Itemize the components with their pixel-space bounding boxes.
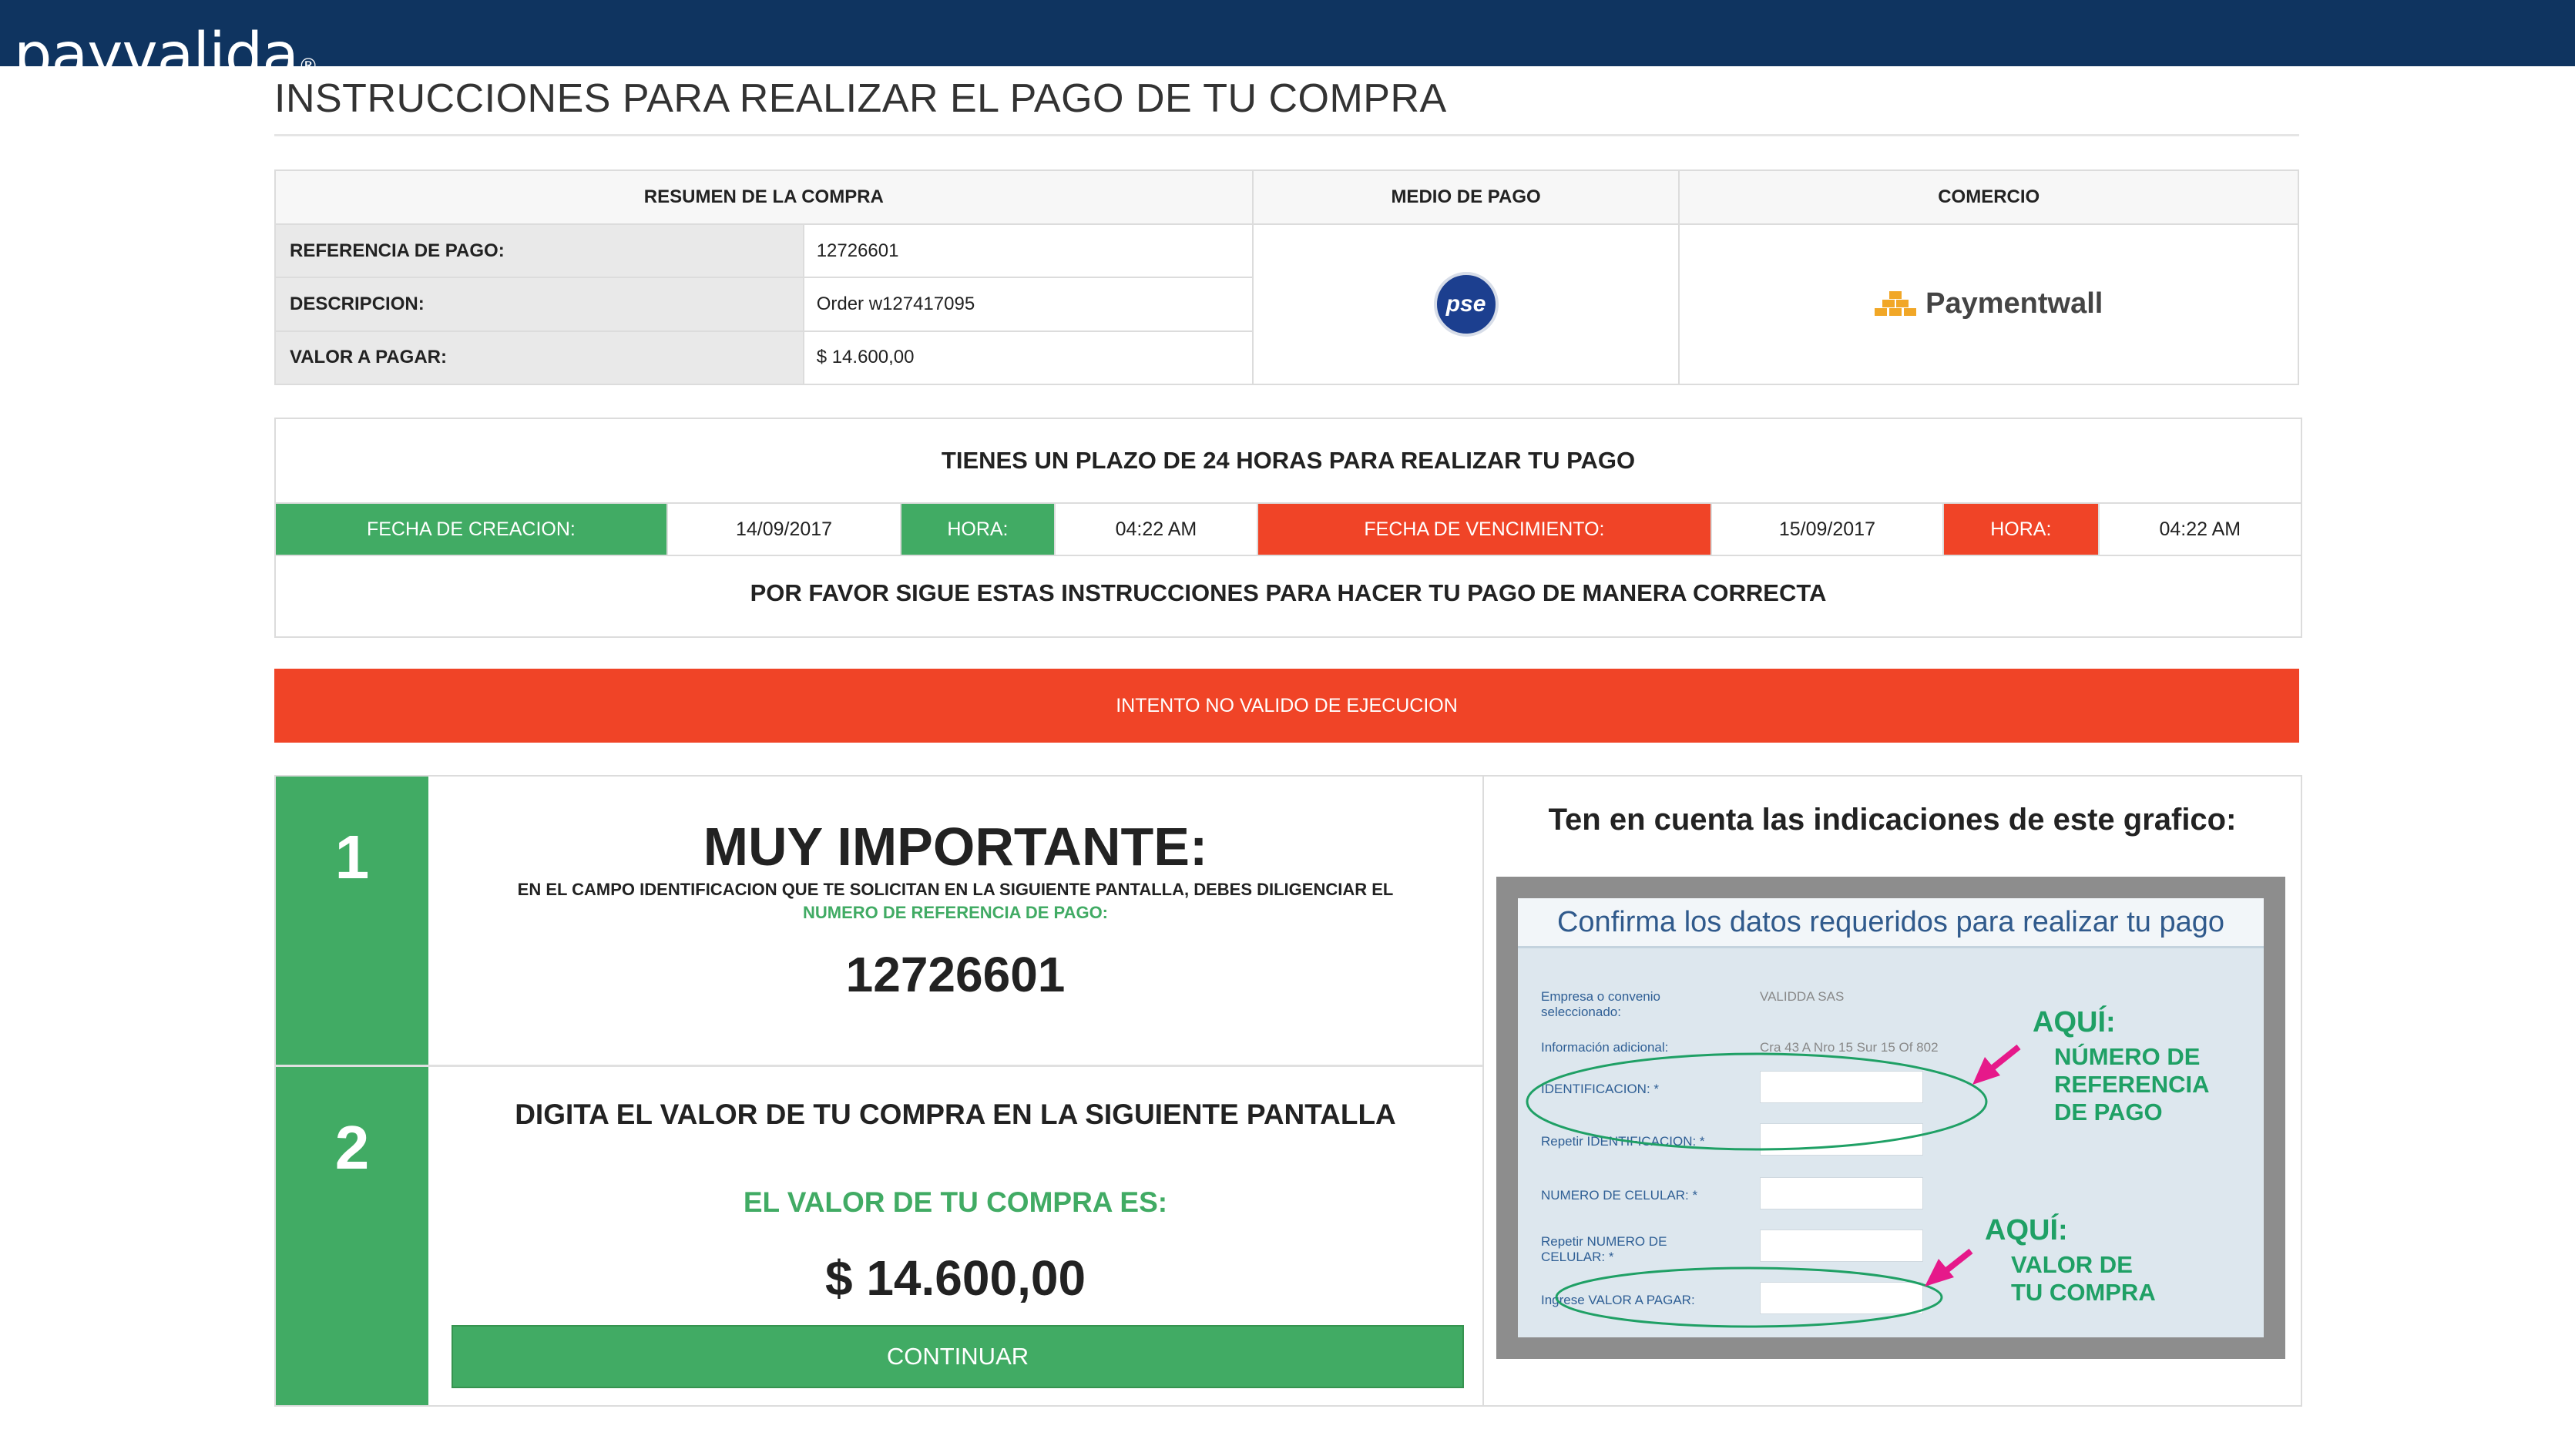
error-banner: INTENTO NO VALIDO DE EJECUCION xyxy=(274,669,2299,743)
step-2-number: 2 xyxy=(276,1067,428,1405)
step-2-amount: $ 14.600,00 xyxy=(824,1250,1086,1306)
guide-image: Confirma los datos requeridos para reali… xyxy=(1496,877,2285,1359)
step-1-text: EN EL CAMPO IDENTIFICACION QUE TE SOLICI… xyxy=(517,880,1394,899)
step-1-highlight: NUMERO DE REFERENCIA DE PAGO: xyxy=(802,903,1109,922)
amount-value: $ 14.600,00 xyxy=(802,330,1254,386)
expiry-date-value: 15/09/2017 xyxy=(1712,504,1945,555)
id-highlight-ellipse xyxy=(1526,1052,1988,1151)
purchase-summary-table: RESUMEN DE LA COMPRA MEDIO DE PAGO COMER… xyxy=(274,169,2299,386)
step-1-number: 1 xyxy=(276,777,428,1065)
reference-value: 12726601 xyxy=(802,223,1254,279)
pse-logo-icon: pse xyxy=(1433,272,1499,337)
expiry-date-label: FECHA DE VENCIMIENTO: xyxy=(1258,504,1712,555)
creation-date-label: FECHA DE CREACION: xyxy=(276,504,668,555)
deadline-dates-row: FECHA DE CREACION: 14/09/2017 HORA: 04:2… xyxy=(276,502,2301,556)
step-1-reference-number: 12726601 xyxy=(845,947,1066,1002)
step-1-heading: MUY IMPORTANTE: xyxy=(703,817,1208,877)
merchant-header: COMERCIO xyxy=(1678,169,2299,225)
logo-registered-mark: ® xyxy=(298,55,318,66)
deadline-heading: TIENES UN PLAZO DE 24 HORAS PARA REALIZA… xyxy=(941,447,1636,474)
top-bar: payvalida® xyxy=(0,0,2575,66)
guide-title: Ten en cuenta las indicaciones de este g… xyxy=(1548,803,2237,837)
note-2: VALOR DE TU COMPRA xyxy=(2011,1251,2156,1306)
step-2-content: DIGITA EL VALOR DE TU COMPRA EN LA SIGUI… xyxy=(428,1099,1482,1307)
payment-method-header: MEDIO DE PAGO xyxy=(1251,169,1680,225)
merchant-cell: Paymentwall xyxy=(1678,223,2299,385)
arrow-2-icon xyxy=(1925,1248,1973,1287)
payvalida-logo[interactable]: payvalida® xyxy=(14,17,318,66)
amount-highlight-ellipse xyxy=(1555,1266,1943,1328)
step-2-heading: DIGITA EL VALOR DE TU COMPRA EN LA SIGUI… xyxy=(515,1099,1396,1130)
creation-hour-value: 04:22 AM xyxy=(1056,504,1259,555)
note-1: NÚMERO DE REFERENCIA DE PAGO xyxy=(2054,1043,2210,1126)
amount-label: VALOR A PAGAR: xyxy=(274,330,804,386)
step-divider xyxy=(276,1065,1484,1067)
paymentwall-logo: Paymentwall xyxy=(1875,287,2103,320)
description-value: Order w127417095 xyxy=(802,277,1254,332)
creation-hour-label: HORA: xyxy=(901,504,1056,555)
step-2-subheading: EL VALOR DE TU COMPRA ES: xyxy=(743,1186,1168,1218)
expiry-hour-label: HORA: xyxy=(1944,504,2100,555)
description-label: DESCRIPCION: xyxy=(274,277,804,332)
title-divider xyxy=(274,134,2299,136)
paymentwall-bricks-icon xyxy=(1875,291,1917,317)
steps-panel: 1 2 MUY IMPORTANTE: EN EL CAMPO IDENTIFI… xyxy=(274,775,2302,1407)
creation-date-value: 14/09/2017 xyxy=(668,504,902,555)
aqui-label-1: AQUÍ: xyxy=(2033,1006,2116,1038)
step-1-content: MUY IMPORTANTE: EN EL CAMPO IDENTIFICACI… xyxy=(428,815,1482,1003)
guide-screen: Confirma los datos requeridos para reali… xyxy=(1518,898,2264,1337)
summary-header: RESUMEN DE LA COMPRA xyxy=(274,169,1254,225)
reference-label: REFERENCIA DE PAGO: xyxy=(274,223,804,279)
logo-text: payvalida xyxy=(14,21,299,66)
arrow-1-icon xyxy=(1972,1044,2021,1085)
page-title: INSTRUCCIONES PARA REALIZAR EL PAGO DE T… xyxy=(274,76,1447,121)
instructions-note: POR FAVOR SIGUE ESTAS INSTRUCCIONES PARA… xyxy=(750,579,1827,606)
aqui-label-2: AQUÍ: xyxy=(1985,1214,2068,1246)
deadline-panel: TIENES UN PLAZO DE 24 HORAS PARA REALIZA… xyxy=(274,418,2302,638)
merchant-name: Paymentwall xyxy=(1925,287,2103,320)
continue-button[interactable]: CONTINUAR xyxy=(452,1325,1464,1388)
column-divider xyxy=(1482,777,1484,1405)
expiry-hour-value: 04:22 AM xyxy=(2159,518,2241,540)
payment-method-cell: pse xyxy=(1251,223,1680,385)
